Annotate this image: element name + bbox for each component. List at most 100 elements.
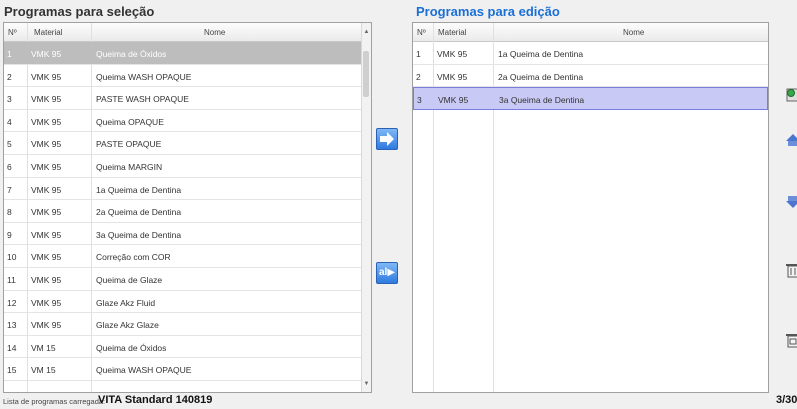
column-header-material[interactable]: Material <box>438 28 466 37</box>
row-name: 3a Queima de Dentina <box>96 229 182 240</box>
row-name: Glaze Akz Glaze <box>96 320 159 331</box>
edit-list-header: Nº Material Nome <box>413 23 768 42</box>
row-material: VMK 95 <box>31 229 62 240</box>
row-name: PASTE OPAQUE <box>96 139 162 150</box>
selection-list-scrollbar[interactable]: ▲ ▼ <box>361 23 371 392</box>
row-name: 3a Queima de Dentina <box>499 95 585 106</box>
row-number: 2 <box>7 71 12 82</box>
save-icon[interactable] <box>786 86 797 102</box>
table-row[interactable]: 7 VMK 95 1a Queima de Dentina <box>4 178 371 201</box>
selection-program-list[interactable]: Nº Material Nome 1 VMK 95 Queima de Óxidos… <box>3 22 372 393</box>
row-material: VMK 95 <box>31 252 62 263</box>
row-number: 1 <box>416 49 421 59</box>
row-material: VMK 95 <box>31 94 62 105</box>
row-name: Queima de Óxidos <box>96 49 167 59</box>
column-header-material[interactable]: Material <box>34 28 62 37</box>
row-material: VMK 95 <box>31 139 62 150</box>
row-material: VMK 95 <box>31 71 62 82</box>
program-count: 3/30 <box>776 394 797 406</box>
scroll-down-icon[interactable]: ▼ <box>362 378 371 390</box>
row-number: 13 <box>7 320 17 331</box>
arrow-right-icon <box>380 132 394 146</box>
row-name: Queima OPAQUE <box>96 116 164 127</box>
table-row[interactable]: 4 VMK 95 Queima OPAQUE <box>4 110 371 133</box>
table-row[interactable]: 6 VMK 95 Queima MARGIN <box>4 155 371 178</box>
column-header-num[interactable]: Nº <box>417 28 426 37</box>
row-material: VMK 95 <box>31 207 62 218</box>
row-number: 3 <box>417 95 422 106</box>
row-name: Queima WASH OPAQUE <box>96 71 192 82</box>
table-row[interactable]: 3 VMK 95 PASTE WASH OPAQUE <box>4 87 371 110</box>
table-row[interactable]: 11 VMK 95 Queima de Glaze <box>4 268 371 291</box>
row-material: VMK 95 <box>31 320 62 331</box>
table-row[interactable]: 14 VM 15 Queima de Óxidos <box>4 336 371 359</box>
delete-icon[interactable] <box>786 262 797 278</box>
row-material: VMK 95 <box>31 274 62 285</box>
row-name: Queima MARGIN <box>96 161 163 172</box>
scroll-thumb[interactable] <box>363 51 369 97</box>
arrow-right-icon: ▶ <box>387 267 396 278</box>
loaded-list-label: Lista de programas carregada: <box>3 397 106 406</box>
table-row[interactable]: 9 VMK 95 3a Queima de Dentina <box>4 223 371 246</box>
move-down-icon[interactable] <box>786 194 797 210</box>
selection-list-rows: 1 VMK 95 Queima de Óxidos 2 VMK 95 Queima WAS… <box>4 42 371 381</box>
edit-list-rows: 1 VMK 95 1a Queima de Dentina 2 VMK 95 2a Que… <box>413 42 768 110</box>
add-program-button[interactable] <box>376 128 398 150</box>
column-header-name[interactable]: Nome <box>204 28 225 37</box>
move-up-icon[interactable] <box>786 132 797 148</box>
table-row[interactable]: 2 VMK 95 2a Queima de Dentina <box>413 65 768 88</box>
row-number: 11 <box>7 274 16 285</box>
row-name: Queima WASH OPAQUE <box>96 365 192 376</box>
row-number: 12 <box>7 297 17 308</box>
row-number: 8 <box>7 207 12 218</box>
row-material: VMK 95 <box>31 184 62 195</box>
row-name: 1a Queima de Dentina <box>498 49 584 59</box>
row-number: 3 <box>7 94 12 105</box>
row-name: 2a Queima de Dentina <box>498 71 584 82</box>
row-number: 14 <box>7 342 17 353</box>
row-number: 5 <box>7 139 12 150</box>
row-number: 4 <box>7 116 12 127</box>
edit-list-title: Programas para edição <box>416 4 560 19</box>
table-row[interactable]: 10 VMK 95 Correção com COR <box>4 245 371 268</box>
table-row[interactable]: 2 VMK 95 Queima WASH OPAQUE <box>4 65 371 88</box>
row-name: Correção com COR <box>96 252 171 263</box>
row-material: VMK 95 <box>437 49 468 59</box>
table-row[interactable]: 1 VMK 95 1a Queima de Dentina <box>413 42 768 65</box>
row-material: VM 15 <box>31 342 56 353</box>
column-header-num[interactable]: Nº <box>8 28 17 37</box>
table-row[interactable]: 12 VMK 95 Glaze Akz Fluid <box>4 291 371 314</box>
row-material: VMK 95 <box>31 116 62 127</box>
table-row[interactable]: 15 VM 15 Queima WASH OPAQUE <box>4 358 371 381</box>
table-row[interactable]: 8 VMK 95 2a Queima de Dentina <box>4 200 371 223</box>
row-material: VM 15 <box>31 365 56 376</box>
loaded-list-name: VITA Standard 140819 <box>98 394 213 406</box>
add-all-programs-button[interactable]: al▶ <box>376 262 398 284</box>
row-material: VMK 95 <box>438 95 469 106</box>
status-bar: Lista de programas carregada: VITA Stand… <box>3 394 797 409</box>
table-row[interactable]: 13 VMK 95 Glaze Akz Glaze <box>4 313 371 336</box>
row-number: 7 <box>7 184 12 195</box>
row-number: 15 <box>7 365 17 376</box>
row-name: 1a Queima de Dentina <box>96 184 182 195</box>
row-name: Queima de Glaze <box>96 274 163 285</box>
selection-list-header: Nº Material Nome <box>4 23 371 42</box>
row-material: VMK 95 <box>31 297 62 308</box>
row-material: VMK 95 <box>437 71 468 82</box>
row-name: Glaze Akz Fluid <box>96 297 156 308</box>
row-material: VMK 95 <box>31 161 62 172</box>
table-row[interactable]: 1 VMK 95 Queima de Óxidos <box>4 42 371 65</box>
column-header-name[interactable]: Nome <box>623 28 644 37</box>
delete-all-icon[interactable] <box>786 332 797 348</box>
table-row[interactable]: 3 VMK 95 3a Queima de Dentina <box>413 87 768 110</box>
row-number: 10 <box>7 252 17 263</box>
row-name: Queima de Óxidos <box>96 342 167 353</box>
row-number: 2 <box>416 71 421 82</box>
table-row[interactable]: 5 VMK 95 PASTE OPAQUE <box>4 132 371 155</box>
edit-program-list[interactable]: Nº Material Nome 1 VMK 95 1a Queima de Den… <box>412 22 769 393</box>
row-name: PASTE WASH OPAQUE <box>96 94 189 105</box>
scroll-up-icon[interactable]: ▲ <box>362 26 371 38</box>
row-material: VMK 95 <box>31 49 62 59</box>
row-number: 1 <box>7 49 12 59</box>
selection-list-title: Programas para seleção <box>4 4 155 19</box>
